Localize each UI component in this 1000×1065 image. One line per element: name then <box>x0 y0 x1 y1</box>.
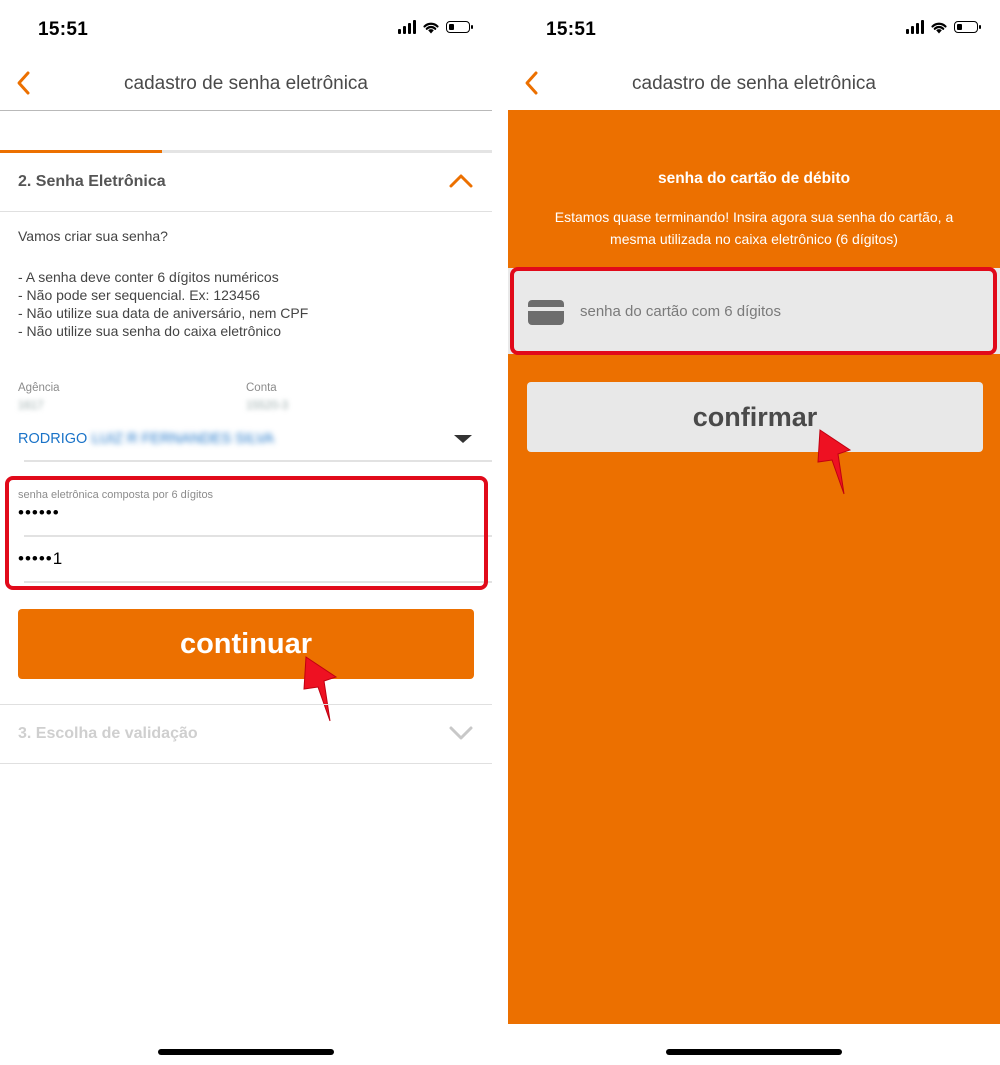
account-holder-name: RODRIGO <box>18 431 88 447</box>
dropdown-caret-icon[interactable] <box>452 433 474 445</box>
right-phone-screen: 15:51 cadastro de senha eletrônica senha… <box>508 0 1000 1065</box>
status-time: 15:51 <box>546 19 597 40</box>
section-header-validacao[interactable]: 3. Escolha de validação <box>0 704 492 764</box>
pointer-arrow-icon <box>817 429 852 495</box>
nav-bar: cadastro de senha eletrônica <box>0 60 492 111</box>
continue-button[interactable]: continuar <box>18 609 474 679</box>
section-title: 3. Escolha de validação <box>18 725 198 742</box>
page-title: cadastro de senha eletrônica <box>632 73 876 94</box>
wifi-icon <box>423 22 439 34</box>
card-password-heading: senha do cartão de débito <box>657 170 851 187</box>
card-password-description: Estamos quase terminando! Insira agora s… <box>554 209 954 247</box>
status-bar: 15:51 <box>508 0 1000 60</box>
conta-value: 15520-3 <box>246 400 289 412</box>
agencia-label: Agência <box>18 382 60 394</box>
rule-item: - Não pode ser sequencial. Ex: 123456 <box>18 287 261 303</box>
section-header-senha[interactable]: 2. Senha Eletrônica <box>0 153 492 212</box>
rule-item: - Não utilize sua senha do caixa eletrôn… <box>18 323 282 339</box>
battery-icon <box>446 21 473 33</box>
left-phone-screen: 15:51 cadastro de senha eletrônica 2. Se… <box>0 0 492 1065</box>
section-title: 2. Senha Eletrônica <box>18 173 166 190</box>
status-time: 15:51 <box>38 19 89 40</box>
agencia-value: 1617 <box>18 400 44 412</box>
wifi-icon <box>931 22 947 34</box>
status-bar: 15:51 <box>0 0 492 60</box>
nav-bar: cadastro de senha eletrônica <box>508 60 1000 110</box>
divider <box>24 460 492 462</box>
highlight-box <box>5 476 488 590</box>
page-title: cadastro de senha eletrônica <box>124 73 368 94</box>
intro-text: Vamos criar sua senha? <box>18 228 168 244</box>
confirm-button[interactable]: confirmar <box>527 382 983 452</box>
cellular-signal-icon <box>398 20 416 34</box>
account-holder-select[interactable]: RODRIGO LUIZ R FERNANDES SILVA <box>18 430 474 452</box>
password-rules: - A senha deve conter 6 dígitos numérico… <box>18 268 308 340</box>
highlight-box <box>510 267 997 355</box>
chevron-up-icon[interactable] <box>448 171 474 191</box>
home-indicator <box>666 1049 842 1055</box>
home-indicator <box>158 1049 334 1055</box>
battery-icon <box>954 21 981 33</box>
cellular-signal-icon <box>906 20 924 34</box>
rule-item: - Não utilize sua data de aniversário, n… <box>18 305 309 321</box>
account-holder-surname: LUIZ R FERNANDES SILVA <box>91 431 275 447</box>
status-icons <box>398 20 473 34</box>
status-icons <box>906 20 981 34</box>
chevron-down-icon[interactable] <box>448 723 474 743</box>
rule-item: - A senha deve conter 6 dígitos numérico… <box>18 269 279 285</box>
conta-label: Conta <box>246 382 277 394</box>
